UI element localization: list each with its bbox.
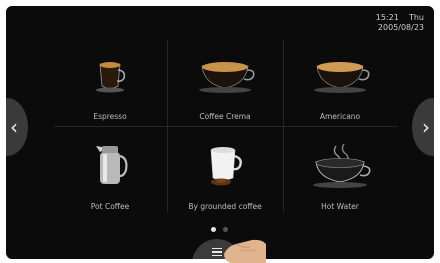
page-dot-1[interactable] — [211, 227, 216, 232]
tile-label: Pot Coffee — [90, 202, 130, 211]
drink-tile-espresso[interactable]: Espresso — [54, 50, 166, 126]
drink-tile-ground-coffee[interactable]: By grounded coffee — [169, 140, 281, 216]
clock-day: Thu — [408, 13, 424, 22]
tile-label: Espresso — [93, 112, 127, 121]
drink-tile-pot-coffee[interactable]: Pot Coffee — [54, 140, 166, 216]
previous-page-button[interactable]: ‹ — [6, 98, 28, 156]
chevron-left-icon: ‹ — [10, 115, 18, 139]
espresso-cup-icon — [54, 52, 166, 100]
drink-tile-americano[interactable]: Americano — [284, 50, 396, 126]
menu-icon — [212, 246, 222, 259]
page-dot-2[interactable] — [223, 227, 228, 232]
drink-tile-coffee-crema[interactable]: Coffee Crema — [169, 50, 281, 126]
drink-tile-hot-water[interactable]: Hot Water — [284, 140, 396, 216]
clock-time-day: 15:21 Thu — [376, 13, 424, 23]
next-page-button[interactable]: › — [412, 98, 434, 156]
tile-label: Hot Water — [321, 202, 359, 211]
coffee-crema-cup-icon — [169, 52, 281, 100]
pointing-hand-icon — [224, 239, 266, 263]
tile-label: Coffee Crema — [199, 112, 251, 121]
clock-date: 2005/08/23 — [377, 23, 424, 32]
americano-cup-icon — [284, 52, 396, 100]
divider — [54, 126, 398, 127]
chevron-right-icon: › — [422, 115, 430, 139]
tile-label: By grounded coffee — [188, 202, 262, 211]
clock: 15:21 Thu 2005/08/23 — [376, 13, 424, 33]
hot-water-cup-icon — [284, 142, 396, 190]
ground-coffee-mug-icon — [169, 142, 281, 190]
coffee-pot-icon — [54, 142, 166, 190]
tile-label: Americano — [319, 112, 361, 121]
clock-time: 15:21 — [375, 13, 399, 22]
coffee-machine-screen: 15:21 Thu 2005/08/23 Espresso Coffee Cre… — [6, 6, 434, 259]
page-indicator — [211, 227, 228, 232]
